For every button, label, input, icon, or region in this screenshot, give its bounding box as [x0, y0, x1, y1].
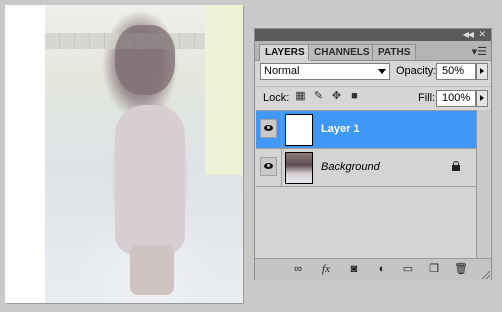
opacity-label: Opacity:: [396, 65, 437, 77]
lock-all-icon[interactable]: ■: [349, 91, 360, 102]
blend-row: Normal Opacity: 50%: [255, 62, 491, 84]
lock-label: Lock:: [263, 92, 290, 104]
lock-row: Lock: ▦ ✎ ✥ ■ Fill: 100%: [255, 86, 491, 109]
photo-figure-body: [115, 105, 185, 255]
fill-label: Fill:: [418, 92, 436, 104]
lock-position-icon[interactable]: ✥: [331, 91, 342, 102]
layer-name[interactable]: Background: [321, 161, 380, 173]
photo-figure-legs: [130, 245, 174, 295]
link-layers-icon[interactable]: ∞: [291, 263, 305, 276]
layer-list-scrollbar[interactable]: [476, 110, 490, 258]
blend-mode-value: Normal: [264, 65, 300, 77]
eye-icon: [264, 163, 273, 169]
resize-grip-icon[interactable]: [482, 271, 490, 279]
visibility-toggle[interactable]: [260, 157, 277, 176]
layer-row-layer-1[interactable]: Layer 1: [256, 111, 476, 149]
opacity-slider-arrow-icon[interactable]: [476, 63, 488, 80]
adjustment-layer-icon[interactable]: ◐: [375, 263, 389, 276]
panel-menu-icon[interactable]: ▾☰: [472, 45, 487, 58]
layer-thumbnail: [285, 152, 313, 184]
tab-paths[interactable]: PATHS: [372, 44, 417, 60]
layer-row-background[interactable]: Background: [256, 149, 476, 187]
layer-mask-icon[interactable]: ◙: [347, 263, 361, 276]
tab-channels[interactable]: CHANNELS: [308, 44, 376, 60]
row-divider: [281, 111, 282, 149]
blend-mode-select[interactable]: Normal: [260, 63, 390, 80]
new-group-icon[interactable]: ▭: [401, 263, 415, 276]
photo-figure-head: [115, 25, 175, 95]
layer-thumbnail: [285, 114, 313, 146]
document-canvas[interactable]: [5, 5, 243, 303]
new-layer-icon[interactable]: ❐: [427, 263, 441, 276]
layer-lock-icon: [452, 161, 460, 171]
eye-icon: [264, 125, 273, 131]
tab-layers[interactable]: LAYERS: [259, 44, 311, 61]
canvas-photo: [45, 5, 243, 303]
panel-title-bar[interactable]: ◀◀ ✕: [255, 29, 491, 41]
lock-transparent-pixels-icon[interactable]: ▦: [295, 91, 306, 102]
row-divider: [281, 149, 282, 187]
fill-slider-arrow-icon[interactable]: [476, 90, 488, 107]
layer-style-icon[interactable]: fx: [319, 263, 333, 276]
layer-name[interactable]: Layer 1: [321, 123, 360, 135]
collapse-panel-icon[interactable]: ◀◀: [463, 30, 474, 39]
close-panel-icon[interactable]: ✕: [478, 29, 486, 40]
opacity-field[interactable]: 50%: [436, 63, 476, 80]
panel-tabs: LAYERS CHANNELS PATHS ▾☰: [255, 41, 491, 61]
layers-panel: ◀◀ ✕ LAYERS CHANNELS PATHS ▾☰ Normal Opa…: [254, 28, 492, 280]
fill-field[interactable]: 100%: [436, 90, 476, 107]
chevron-down-icon: [378, 69, 386, 74]
visibility-toggle[interactable]: [260, 119, 277, 138]
panel-bottom-bar: ∞ fx ◙ ◐ ▭ ❐ 🗑: [255, 258, 491, 280]
layer-list: Layer 1 Background: [256, 110, 476, 259]
photo-wall: [205, 5, 243, 175]
lock-image-pixels-icon[interactable]: ✎: [313, 91, 324, 102]
delete-layer-icon[interactable]: 🗑: [454, 263, 468, 276]
